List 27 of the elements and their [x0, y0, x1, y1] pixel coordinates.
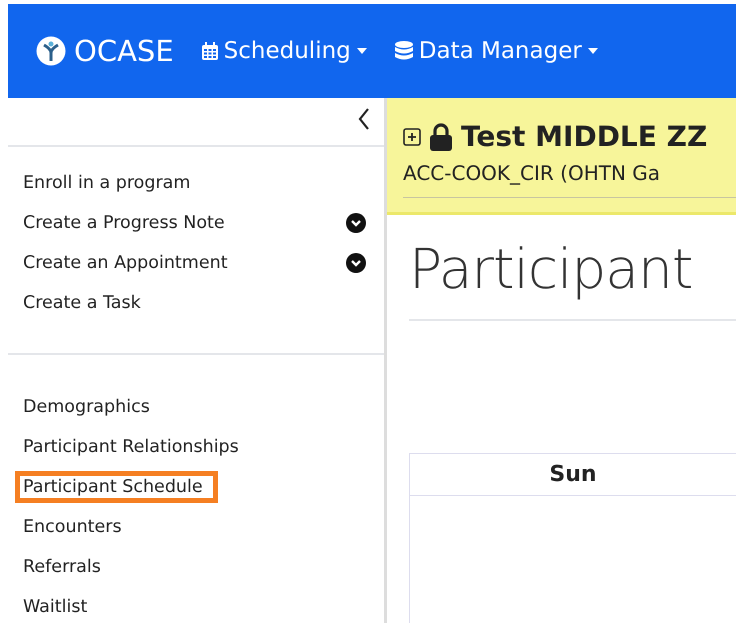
- sidebar-item[interactable]: Participant Schedule: [15, 471, 218, 503]
- sidebar-item[interactable]: Demographics: [23, 391, 150, 423]
- sidebar-action[interactable]: Create an Appointment: [23, 247, 366, 279]
- expand-icon[interactable]: [403, 128, 421, 146]
- chevron-down-icon[interactable]: [346, 253, 366, 273]
- sidebar-item[interactable]: Encounters: [23, 511, 122, 543]
- caret-icon: [356, 48, 367, 54]
- participant-name: Test MIDDLE ZZ: [461, 120, 708, 153]
- page-title: Participant: [409, 237, 694, 301]
- sidebar-item[interactable]: Waitlist: [23, 591, 88, 623]
- caret-icon: [588, 48, 598, 54]
- column-header: Sun: [548, 461, 598, 489]
- sidebar-action[interactable]: Enroll in a program: [23, 167, 366, 199]
- nav-menu[interactable]: Scheduling: [202, 38, 367, 64]
- calendar-icon: [202, 42, 218, 60]
- logo-icon: [36, 36, 66, 66]
- chevron-down-icon[interactable]: [346, 213, 366, 233]
- sidebar-item[interactable]: Participant Relationships: [23, 431, 239, 463]
- lock-icon: [429, 122, 453, 150]
- sidebar-action[interactable]: Create a Task: [23, 287, 366, 319]
- brand-link[interactable]: OCASE: [36, 34, 174, 68]
- sidebar-item[interactable]: Referrals: [23, 551, 101, 583]
- sidebar-action[interactable]: Create a Progress Note: [23, 207, 366, 239]
- collapse-icon[interactable]: [358, 108, 370, 130]
- database-icon: [394, 41, 413, 61]
- participant-program: ACC-COOK_CIR (OHTN Ga: [403, 161, 736, 198]
- nav-menu[interactable]: Data Manager: [394, 38, 598, 64]
